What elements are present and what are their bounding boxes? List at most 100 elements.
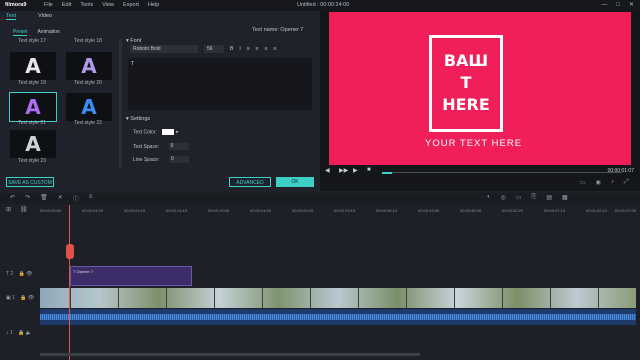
subtab-preset[interactable]: Preset xyxy=(13,29,28,36)
cut-icon[interactable]: ✕ xyxy=(58,194,63,203)
lock-icon[interactable]: 🔒 xyxy=(18,330,24,336)
ruler-tick: 00:00:28:20 xyxy=(292,208,314,213)
save-as-custom-button[interactable]: SAVE AS CUSTOM xyxy=(6,177,54,187)
mixer-icon[interactable]: ⎘ xyxy=(532,194,537,201)
editor-tabs: Text Video xyxy=(6,13,52,20)
text-track-icon: T xyxy=(6,271,9,277)
track-number: 2 xyxy=(10,271,14,277)
style-list-scrollbar[interactable] xyxy=(119,38,122,168)
video-thumbnail-divider xyxy=(166,288,167,308)
lock-icon[interactable]: 🔒 xyxy=(20,295,26,301)
link-icon[interactable]: ⛓ xyxy=(20,206,28,213)
video-clip[interactable] xyxy=(40,288,636,308)
eye-icon[interactable]: 👁 xyxy=(26,271,32,277)
add-track-icon[interactable]: ⊞ xyxy=(6,206,11,213)
close-icon[interactable]: ✕ xyxy=(629,0,634,11)
preview-canvas[interactable]: ВАШ Т HERE YOUR TEXT HERE xyxy=(329,12,631,165)
info-icon[interactable]: ⓘ xyxy=(73,194,79,203)
monitor-icon[interactable]: ▭ xyxy=(580,179,586,186)
text-style-label: Text style 18 xyxy=(74,38,102,44)
audio-clip[interactable] xyxy=(40,309,636,325)
settings-section-header[interactable]: ▾ Settings xyxy=(126,116,150,122)
text-input-area[interactable]: T xyxy=(128,58,312,110)
text-space-label: Text Space: xyxy=(133,143,160,150)
timeline-scrollbar[interactable] xyxy=(40,353,420,356)
menu-file[interactable]: File xyxy=(44,0,53,11)
preview-title[interactable]: ВАШ Т HERE xyxy=(429,50,503,116)
text-style-item[interactable]: A Text style 23 xyxy=(8,128,56,166)
volume-icon[interactable]: ♪ xyxy=(611,179,614,186)
preview-title-line: HERE xyxy=(442,95,490,114)
editor-subtabs: Preset Animation xyxy=(13,29,60,36)
video-thumbnail-divider xyxy=(598,288,599,308)
menu-export[interactable]: Export xyxy=(123,0,139,11)
menu-edit[interactable]: Edit xyxy=(62,0,71,11)
tab-video[interactable]: Video xyxy=(38,13,52,20)
video-thumbnail-divider xyxy=(454,288,455,308)
color-dropdown-icon[interactable]: ▾ xyxy=(176,129,179,135)
text-clip[interactable]: T Opener 7 xyxy=(70,266,192,286)
video-thumbnail-divider xyxy=(550,288,551,308)
redo-icon[interactable]: ↷ xyxy=(25,194,30,203)
menu-view[interactable]: View xyxy=(102,0,114,11)
ruler-tick: 00:00:33:15 xyxy=(334,208,356,213)
text-style-item[interactable]: A Text style 20 xyxy=(64,48,112,86)
track-header-video: ▣ 1 🔒 👁 xyxy=(0,295,40,301)
menu-tools[interactable]: Tools xyxy=(80,0,93,11)
bold-button[interactable]: B xyxy=(230,46,233,52)
subtab-animation[interactable]: Animation xyxy=(37,29,59,36)
ok-button[interactable]: OK xyxy=(276,177,314,187)
playhead-marker[interactable] xyxy=(66,244,74,259)
menu-help[interactable]: Help xyxy=(148,0,159,11)
step-forward-button[interactable]: ▶▶ xyxy=(339,167,348,174)
fullscreen-icon[interactable]: ⤢ xyxy=(624,179,629,186)
video-thumbnail-divider xyxy=(262,288,263,308)
minimize-icon[interactable]: — xyxy=(601,0,607,11)
adjust-icon[interactable]: ≡ xyxy=(89,194,93,203)
speaker-icon[interactable]: 🔈 xyxy=(26,330,32,336)
play-button[interactable]: ▶ xyxy=(353,167,358,174)
timeline-ruler[interactable]: 00:00:00:00 00:00:04:20 00:00:09:15 00:0… xyxy=(40,205,636,215)
stop-button[interactable]: ■ xyxy=(367,167,371,173)
undo-icon[interactable]: ↶ xyxy=(10,194,15,203)
italic-button[interactable]: I xyxy=(239,46,240,52)
ruler-tick: 00:00:00:00 xyxy=(40,208,62,213)
window-title: Untitled : 00:00:24:00 xyxy=(297,2,350,8)
align-left-button[interactable]: ≡ xyxy=(247,46,250,52)
settings-section-label: Settings xyxy=(130,116,151,122)
ruler-tick: 00:01:02:10 xyxy=(586,208,608,213)
eye-icon[interactable]: 👁 xyxy=(28,295,34,301)
text-style-item-selected[interactable]: A Text style 21 xyxy=(8,90,57,128)
text-space-input[interactable]: 9 xyxy=(168,143,189,150)
advanced-button[interactable]: ADVANCED xyxy=(229,177,271,187)
align-center-button[interactable]: ≡ xyxy=(256,46,259,52)
ruler-tick: 00:00:43:05 xyxy=(418,208,440,213)
tab-text[interactable]: Text xyxy=(6,13,17,20)
font-size-select[interactable]: 56 xyxy=(204,45,224,53)
font-section-header[interactable]: ▾ Font xyxy=(126,38,141,44)
snapshot-icon[interactable]: ◉ xyxy=(596,179,601,186)
zoom-out-icon[interactable]: ▤ xyxy=(546,194,552,201)
text-color-swatch[interactable] xyxy=(162,129,175,135)
voiceover-icon[interactable]: ▭ xyxy=(516,194,522,201)
preview-subtitle: YOUR TEXT HERE xyxy=(425,138,523,149)
text-style-item[interactable]: A Text style 19 xyxy=(8,48,56,86)
text-style-label: Text style 20 xyxy=(74,80,102,86)
delete-icon[interactable]: 🗑 xyxy=(40,194,48,203)
align-justify-button[interactable]: ≡ xyxy=(274,46,277,52)
align-right-button[interactable]: ≡ xyxy=(265,46,268,52)
video-thumbnail-divider xyxy=(70,288,71,308)
playback-progress[interactable] xyxy=(382,171,622,174)
zoom-in-icon[interactable]: ▦ xyxy=(562,194,568,201)
maximize-icon[interactable]: □ xyxy=(616,0,620,11)
marker-icon[interactable]: ◎ xyxy=(501,194,506,201)
text-style-item[interactable]: A Text style 22 xyxy=(64,90,112,128)
lock-icon[interactable]: 🔒 xyxy=(19,271,25,277)
render-icon[interactable]: ◐ xyxy=(487,194,491,201)
line-space-input[interactable]: 0 xyxy=(168,156,189,163)
playhead[interactable] xyxy=(69,205,70,360)
ruler-tick: 00:00:57:15 xyxy=(544,208,566,213)
text-style-thumbnail: A xyxy=(66,93,112,121)
font-family-select[interactable]: Roboto Bold xyxy=(130,45,198,53)
prev-frame-button[interactable]: ◀ xyxy=(325,167,330,174)
